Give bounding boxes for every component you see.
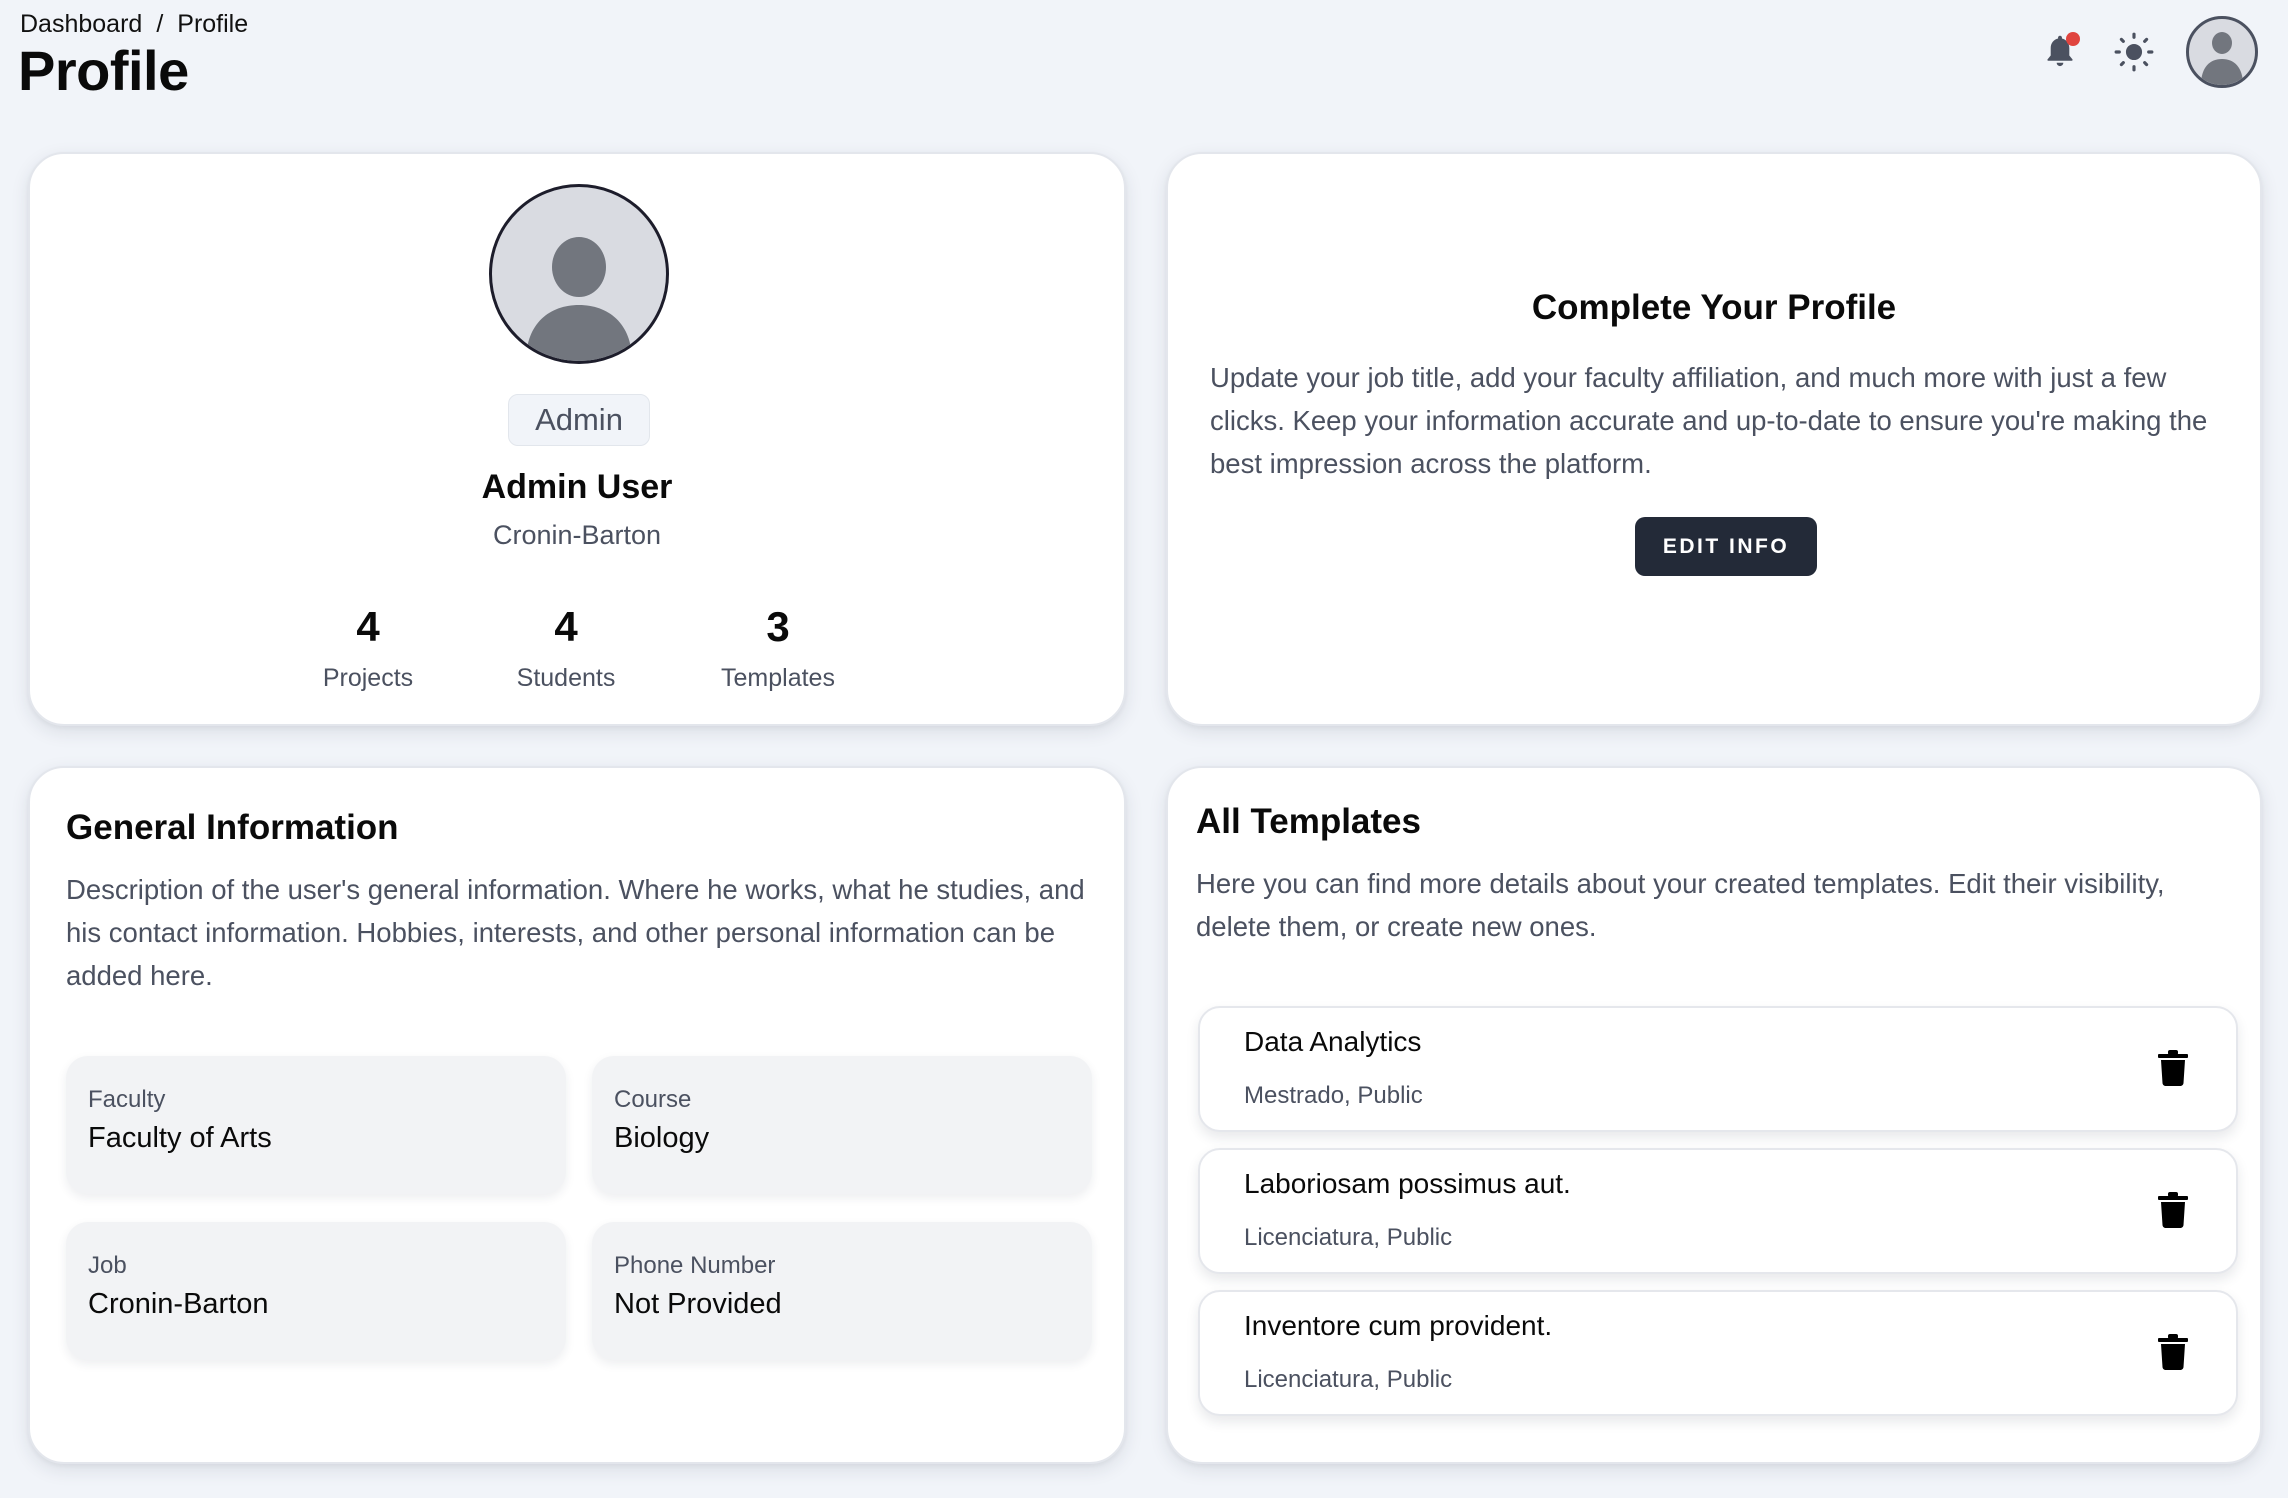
header-actions [2038,16,2258,88]
sun-icon [2114,32,2154,72]
breadcrumb: Dashboard / Profile [20,10,248,39]
complete-profile-text: Update your job title, add your faculty … [1210,362,2208,479]
breadcrumb-profile: Profile [177,10,249,38]
profile-avatar [489,184,669,364]
info-tile-job: Job Cronin-Barton [66,1222,566,1360]
page-title: Profile [18,39,189,102]
all-templates-description: Here you can find more details about you… [1196,868,2165,942]
general-information-title: General Information [66,808,399,847]
general-information-description: Description of the user's general inform… [66,874,1085,991]
theme-toggle-button[interactable] [2112,30,2156,74]
info-label: Faculty [88,1086,166,1113]
trash-icon[interactable] [2158,1050,2188,1086]
info-tile-phone-number: Phone Number Not Provided [592,1222,1092,1360]
general-information-card: General Information Description of the u… [28,766,1126,1464]
info-label: Job [88,1252,127,1279]
template-item[interactable]: Inventore cum provident. Licenciatura, P… [1198,1290,2238,1416]
user-name: Admin User [481,468,673,506]
breadcrumb-separator: / [156,10,164,38]
info-value: Cronin-Barton [88,1288,269,1320]
stat-label: Templates [721,664,835,692]
complete-profile-card: Complete Your Profile Update your job ti… [1166,152,2262,726]
stat-value: 4 [356,603,380,650]
template-meta: Licenciatura, Public [1244,1224,1453,1251]
all-templates-title: All Templates [1196,802,1421,841]
template-name: Inventore cum provident. [1244,1310,1553,1341]
info-label: Phone Number [614,1252,776,1279]
stat-label: Projects [322,664,414,692]
trash-icon[interactable] [2158,1334,2188,1370]
notification-badge [2066,32,2080,46]
info-tile-faculty: Faculty Faculty of Arts [66,1056,566,1194]
template-name: Laboriosam possimus aut. [1244,1168,1571,1199]
info-label: Course [614,1086,692,1113]
info-value: Faculty of Arts [88,1122,272,1154]
template-item[interactable]: Data Analytics Mestrado, Public [1198,1006,2238,1132]
user-avatar-icon [2201,32,2243,85]
profile-summary-card: Admin Admin User Cronin-Barton 4 Project… [28,152,1126,726]
edit-info-button[interactable]: EDIT INFO [1635,517,1817,576]
breadcrumb-dashboard[interactable]: Dashboard [20,10,142,39]
trash-icon[interactable] [2158,1192,2188,1228]
user-organization: Cronin-Barton [492,520,662,550]
info-value: Not Provided [614,1288,782,1320]
notifications-button[interactable] [2038,30,2082,74]
template-meta: Mestrado, Public [1244,1082,1423,1109]
role-badge: Admin [508,394,650,446]
stat-projects: 4 Projects [268,606,468,693]
complete-profile-title: Complete Your Profile [1531,288,1897,327]
profile-page: Dashboard / Profile Profile Admin Admin … [0,0,2288,1498]
user-menu-avatar[interactable] [2186,16,2258,88]
template-meta: Licenciatura, Public [1244,1366,1453,1393]
stat-students: 4 Students [466,606,666,693]
info-tile-course: Course Biology [592,1056,1092,1194]
template-item[interactable]: Laboriosam possimus aut. Licenciatura, P… [1198,1148,2238,1274]
stat-value: 3 [766,603,790,650]
info-value: Biology [614,1122,710,1154]
all-templates-card: All Templates Here you can find more det… [1166,766,2262,1464]
user-avatar-icon [526,237,632,361]
stat-label: Students [516,664,616,692]
template-name: Data Analytics [1244,1026,1422,1057]
stat-value: 4 [554,603,578,650]
stat-templates: 3 Templates [678,606,878,693]
